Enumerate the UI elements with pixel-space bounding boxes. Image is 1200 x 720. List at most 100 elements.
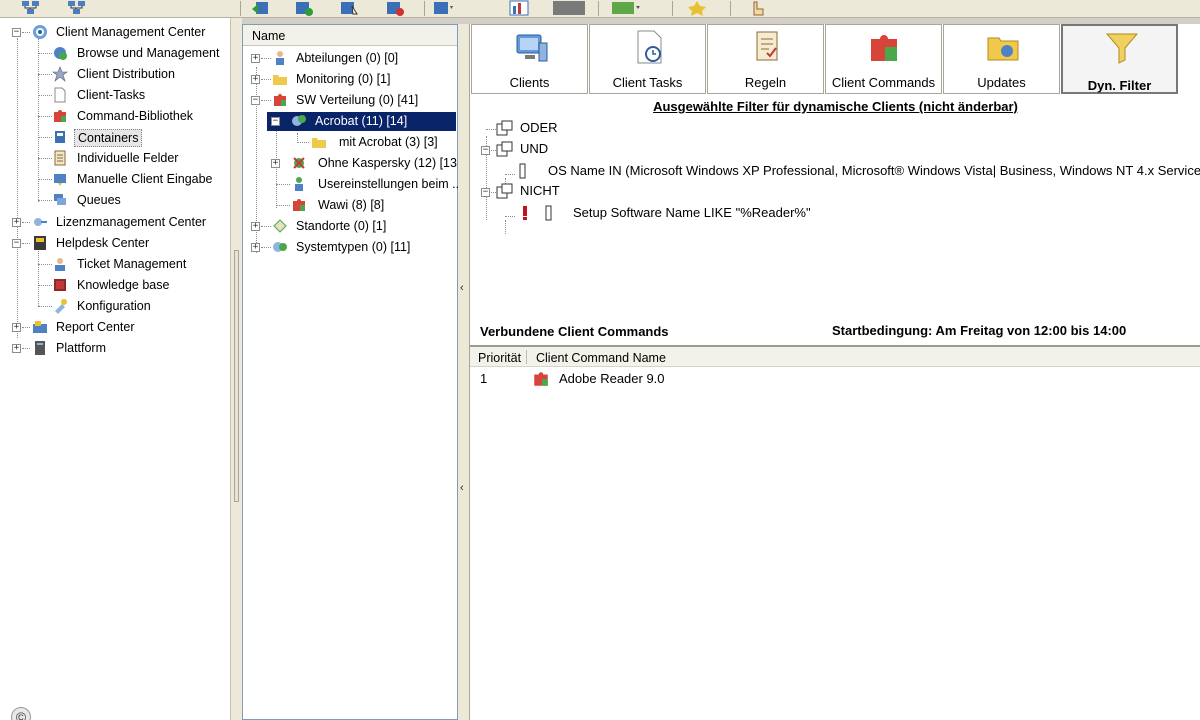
cell-command-name: Adobe Reader 9.0 xyxy=(559,371,665,386)
tree-item-mit-acrobat[interactable]: mit Acrobat (3) [3] xyxy=(243,133,457,152)
operator-box-icon xyxy=(496,183,513,199)
tab-clients[interactable]: Clients xyxy=(471,24,588,94)
select-client-icon[interactable] xyxy=(338,0,360,16)
updates-folder-icon xyxy=(987,37,1019,61)
nav-item-label: Client Management Center xyxy=(56,25,206,39)
tab-label: Clients xyxy=(509,75,550,90)
nav-item-konfiguration[interactable]: Konfiguration xyxy=(0,297,230,316)
tree-item-wawi[interactable]: Wawi (8) [8] xyxy=(243,196,457,215)
tree-item-usereinstellungen[interactable]: Usereinstellungen beim ... xyxy=(243,175,463,194)
tree-item-label: Monitoring (0) [1] xyxy=(296,72,391,86)
nav-item-label: Plattform xyxy=(56,341,107,355)
nav-item-containers[interactable]: Containers xyxy=(0,128,230,147)
add-client-icon[interactable] xyxy=(293,0,315,16)
chart-icon[interactable] xyxy=(508,0,530,16)
filter-node-label: ODER xyxy=(520,120,558,135)
nav-item-label: Knowledge base xyxy=(77,278,170,292)
scroll-icon xyxy=(756,31,778,61)
nav-item-client-management-center[interactable]: − Client Management Center xyxy=(0,23,230,42)
department-person-icon xyxy=(276,51,284,65)
tree-item-abteilungen[interactable]: + Abteilungen (0) [0] xyxy=(243,49,457,68)
nav-item-client-distribution[interactable]: Client Distribution xyxy=(0,65,230,84)
collapse-left-arrow-icon[interactable]: ‹ xyxy=(460,282,467,294)
column-header-name[interactable]: Name xyxy=(243,25,457,46)
splitter-middle[interactable]: ‹ ‹ xyxy=(458,24,469,720)
column-header-command-name[interactable]: Client Command Name xyxy=(536,351,666,365)
puzzle-icon xyxy=(534,372,548,386)
nav-item-label: Ticket Management xyxy=(77,257,187,271)
nav-item-ticket-management[interactable]: Ticket Management xyxy=(0,255,230,274)
network-icon[interactable] xyxy=(20,0,42,16)
tree-item-acrobat[interactable]: − Acrobat (11) [14] xyxy=(243,112,457,131)
filter-title: Ausgewählte Filter für dynamische Client… xyxy=(653,99,1018,114)
tab-client-tasks[interactable]: Client Tasks xyxy=(589,24,706,94)
nav-item-label: Browse und Management xyxy=(77,46,220,60)
nav-item-lizenzmanagement-center[interactable]: + Lizenzmanagement Center xyxy=(0,213,230,232)
tab-client-commands[interactable]: Client Commands xyxy=(825,24,942,94)
nav-item-label: Command-Bibliothek xyxy=(77,109,194,123)
table-row[interactable]: 1 Adobe Reader 9.0 xyxy=(470,369,1200,389)
monitor-icon[interactable] xyxy=(610,0,642,16)
tab-label: Updates xyxy=(977,75,1026,90)
computer-icon xyxy=(516,34,548,62)
nav-item-queues[interactable]: Queues xyxy=(0,191,230,210)
platform-icon xyxy=(35,341,45,355)
nav-item-command-bibliothek[interactable]: Command-Bibliothek xyxy=(0,107,230,126)
container-tree: Name + Abteilungen (0) [0] + Monitoring … xyxy=(242,24,463,720)
nav-item-label: Manuelle Client Eingabe xyxy=(77,172,213,186)
nav-item-knowledge-base[interactable]: Knowledge base xyxy=(0,276,230,295)
nav-item-label: Konfiguration xyxy=(77,299,151,313)
table-header: Priorität Client Command Name xyxy=(470,347,1200,367)
copyright-mark: © xyxy=(11,707,31,720)
start-condition: Startbedingung: Am Freitag von 12:00 bis… xyxy=(832,323,1127,338)
puzzle-icon xyxy=(54,110,66,122)
tree-item-standorte[interactable]: + Standorte (0) [1] xyxy=(243,217,457,236)
splitter-left[interactable] xyxy=(230,18,242,720)
tree-item-ohne-kaspersky[interactable]: + Ohne Kaspersky (12) [13 xyxy=(243,154,457,173)
nav-item-browse-und-management[interactable]: Browse und Management xyxy=(0,44,230,63)
nav-item-report-center[interactable]: + Report Center xyxy=(0,318,230,337)
list-view-icon[interactable] xyxy=(432,0,454,16)
tab-updates[interactable]: Updates xyxy=(943,24,1060,94)
clock-page-icon xyxy=(637,30,662,64)
filter-condition-text: Setup Software Name LIKE "%Reader%" xyxy=(573,205,811,220)
tab-label: Client Tasks xyxy=(612,75,683,90)
remove-client-icon[interactable] xyxy=(384,0,406,16)
panel-icon[interactable] xyxy=(552,0,586,16)
nav-item-plattform[interactable]: + Plattform xyxy=(0,339,230,358)
tab-regeln[interactable]: Regeln xyxy=(707,24,824,94)
tree-item-label: Wawi (8) [8] xyxy=(318,198,385,212)
filter-tree: ODER − UND OS Name IN (Microsoft Windows… xyxy=(472,118,1200,338)
nav-item-helpdesk-center[interactable]: − Helpdesk Center xyxy=(0,234,230,253)
client-commands-label: Verbundene Client Commands xyxy=(480,324,669,339)
nav-item-individuelle-felder[interactable]: Individuelle Felder xyxy=(0,149,230,168)
network-icon[interactable] xyxy=(66,0,88,16)
hand-pointer-icon[interactable] xyxy=(746,0,768,16)
report-icon xyxy=(33,321,47,333)
condition-icon xyxy=(545,205,552,221)
tasks-page-icon xyxy=(54,87,66,103)
puzzle-icon xyxy=(871,35,897,61)
toolbar xyxy=(0,0,1200,18)
star-arrow-icon[interactable] xyxy=(686,0,708,16)
funnel-icon xyxy=(1105,33,1139,64)
tab-label: Regeln xyxy=(744,75,787,90)
detail-panel: Clients Client Tasks Regeln Client Comma… xyxy=(469,24,1200,720)
column-header-priority[interactable]: Priorität xyxy=(478,351,521,365)
nav-item-client-tasks[interactable]: Client-Tasks xyxy=(0,86,230,105)
tree-item-sw-verteilung[interactable]: − SW Verteilung (0) [41] xyxy=(243,91,457,110)
tab-label: Client Commands xyxy=(831,75,936,90)
tree-item-label: mit Acrobat (3) [3] xyxy=(339,135,438,149)
nav-item-label: Individuelle Felder xyxy=(77,151,179,165)
containers-icon xyxy=(55,131,65,143)
tree-item-systemtypen[interactable]: + Systemtypen (0) [11] xyxy=(243,238,457,257)
puzzle-icon xyxy=(293,199,305,211)
collapse-left-arrow-icon[interactable]: ‹ xyxy=(460,482,467,494)
tree-item-monitoring[interactable]: + Monitoring (0) [1] xyxy=(243,70,457,89)
tab-dyn-filter[interactable]: Dyn. Filter xyxy=(1061,24,1178,94)
nav-item-label: Lizenzmanagement Center xyxy=(56,215,207,229)
back-icon[interactable] xyxy=(250,0,272,16)
nav-item-manuelle-client-eingabe[interactable]: Manuelle Client Eingabe xyxy=(0,170,230,189)
cell-priority: 1 xyxy=(480,371,488,386)
filter-node-label: NICHT xyxy=(520,183,560,198)
